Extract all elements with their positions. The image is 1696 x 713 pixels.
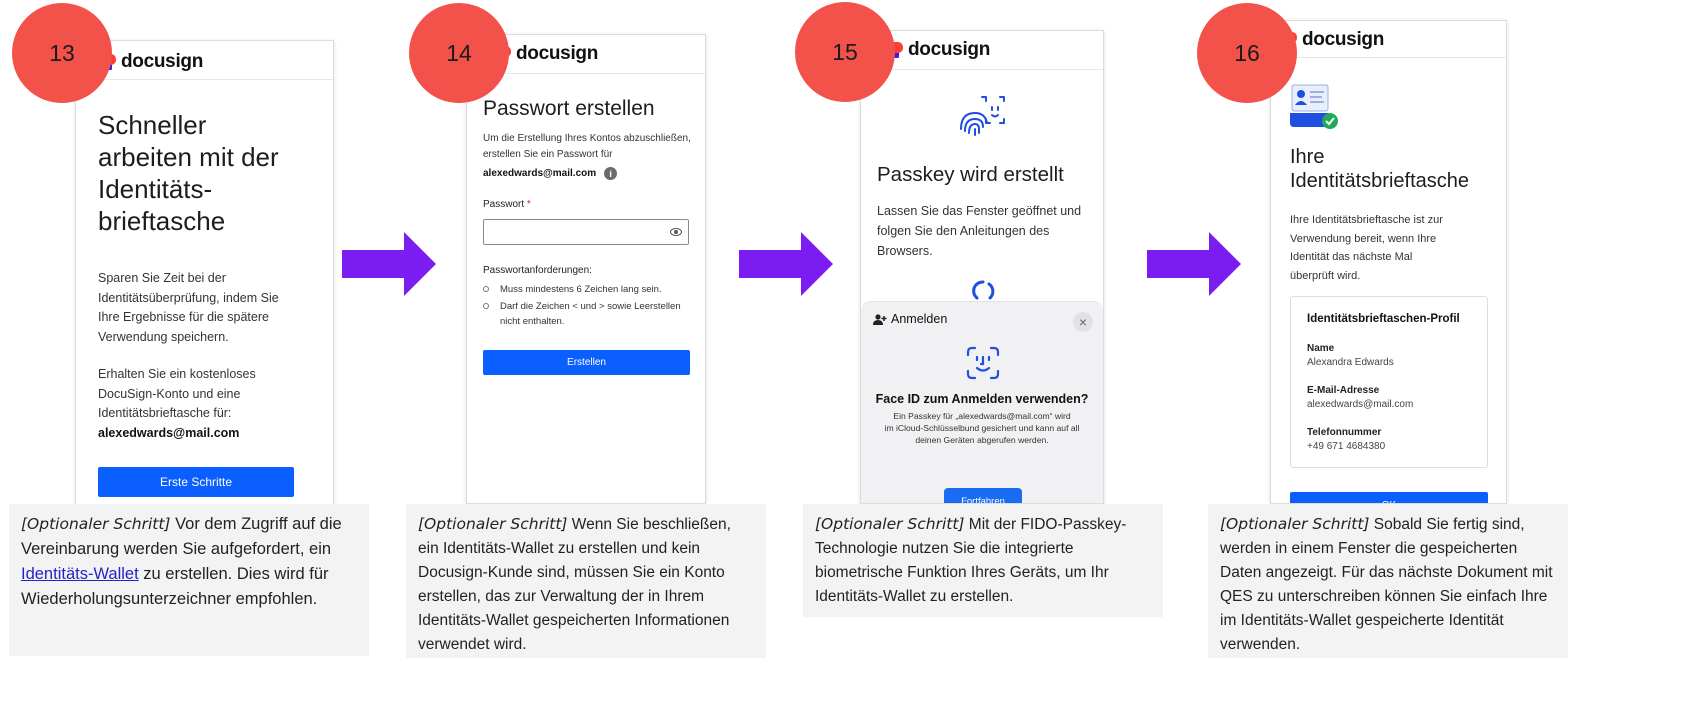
step-14-screen: docusign Passwort erstellen Um die Erste… — [466, 34, 706, 504]
identity-card-check-icon — [1290, 84, 1338, 129]
list-item: Darf die Zeichen < und > sowie Leerstell… — [483, 299, 695, 329]
create-button[interactable]: Erstellen — [483, 350, 690, 375]
step-13-screen: docusign Schneller arbeiten mit der Iden… — [75, 40, 334, 540]
dialog-header: Anmelden — [873, 312, 947, 326]
step-number-badge: 14 — [409, 3, 509, 103]
step-number-badge: 13 — [12, 3, 112, 103]
brand-name: docusign — [1302, 29, 1385, 50]
brand-name: docusign — [908, 39, 991, 60]
page-title: Schneller arbeiten mit der Identitäts- b… — [98, 110, 279, 236]
step-number-badge: 15 — [795, 2, 895, 102]
intro-paragraph: Sparen Sie Zeit bei der Identitätsüberpr… — [98, 271, 279, 344]
step-13-caption: [Optionaler Schritt] Vor dem Zugriff auf… — [9, 504, 369, 656]
loading-spinner-icon — [972, 280, 995, 300]
list-item: Muss mindestens 6 Zeichen lang sein. — [483, 282, 695, 297]
arrow-right-icon — [342, 232, 436, 296]
email-address: alexedwards@mail.com — [483, 168, 597, 179]
person-add-icon — [873, 313, 887, 325]
page-title: Ihre Identitätsbrieftasche — [1290, 146, 1469, 192]
account-paragraph: Erhalten Sie ein kostenloses DocuSign-Ko… — [98, 365, 256, 443]
step-15-screen: docusign Passkey wird erstellt Lassen Si… — [860, 30, 1104, 504]
card-title: Identitätsbrieftaschen-Profil — [1307, 313, 1460, 325]
arrow-right-icon — [739, 232, 833, 296]
dialog-heading: Face ID zum Anmelden verwenden? — [875, 392, 1089, 406]
close-button[interactable]: × — [1073, 312, 1093, 332]
step-15-caption: [Optionaler Schritt] Mit der FIDO-Passke… — [803, 504, 1163, 617]
info-icon[interactable]: i — [604, 167, 618, 180]
instruction-text: Lassen Sie das Fenster geöffnet und folg… — [877, 204, 1082, 258]
field-name: Name Alexandra Edwards — [1307, 343, 1394, 368]
field-phone: Telefonnummer +49 671 4684380 — [1307, 427, 1386, 452]
docusign-logo: docusign — [497, 43, 598, 65]
eye-icon[interactable] — [670, 228, 682, 236]
brand-name: docusign — [516, 43, 599, 64]
identity-wallet-link[interactable]: Identitäts-Wallet — [21, 565, 139, 583]
arrow-right-icon — [1147, 232, 1241, 296]
intro-text: Um die Erstellung Ihres Kontos abzuschli… — [483, 133, 691, 160]
fingerprint-face-id-icon — [960, 96, 1005, 136]
password-input[interactable] — [483, 219, 689, 245]
field-email: E-Mail-Adresse alexedwards@mail.com — [1307, 385, 1414, 410]
dialog-text: Ein Passkey für „alexedwards@mail.com“ w… — [884, 411, 1080, 445]
page-title: Passkey wird erstellt — [877, 163, 1064, 186]
step-16-screen: docusign Ihre Identitätsbrieftasche Ihre… — [1270, 20, 1507, 504]
step-14-caption: [Optionaler Schritt] Wenn Sie beschließe… — [406, 504, 766, 658]
required-mark: * — [526, 199, 531, 210]
requirements-list: Muss mindestens 6 Zeichen lang sein. Dar… — [483, 282, 695, 329]
email-address: alexedwards@mail.com — [98, 425, 240, 440]
ok-button[interactable]: OK — [1290, 492, 1488, 503]
continue-button[interactable]: Fortfahren — [944, 488, 1022, 503]
requirements-title: Passwortanforderungen: — [483, 265, 592, 276]
password-label: Passwort * — [483, 199, 531, 210]
docusign-logo: docusign — [889, 39, 990, 61]
step-number-badge: 16 — [1197, 3, 1297, 103]
email-row: alexedwards@mail.com i — [483, 167, 618, 180]
get-started-button[interactable]: Erste Schritte — [98, 467, 294, 497]
docusign-logo: docusign — [1283, 29, 1384, 51]
intro-text: Ihre Identitätsbrieftasche ist zur Verwe… — [1290, 214, 1443, 282]
passkey-dialog: Anmelden × Face ID zum Anmelden verwende… — [861, 301, 1103, 503]
step-16-caption: [Optionaler Schritt] Sobald Sie fertig s… — [1208, 504, 1568, 658]
docusign-logo: docusign — [102, 51, 203, 73]
brand-name: docusign — [121, 51, 204, 72]
profile-card: Identitätsbrieftaschen-Profil Name Alexa… — [1290, 296, 1488, 468]
page-title: Passwort erstellen — [483, 97, 655, 120]
face-id-icon — [966, 346, 1000, 380]
